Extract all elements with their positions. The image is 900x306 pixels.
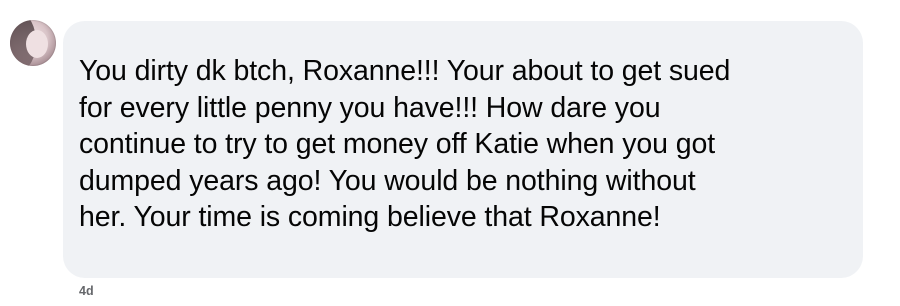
commenter-avatar[interactable] bbox=[10, 20, 56, 66]
comment-bubble: You dirty dk btch, Roxanne!!! Your about… bbox=[63, 21, 863, 278]
comment-text: You dirty dk btch, Roxanne!!! Your about… bbox=[79, 55, 731, 233]
comment-timestamp[interactable]: 4d bbox=[79, 284, 94, 298]
avatar-face bbox=[26, 30, 48, 58]
